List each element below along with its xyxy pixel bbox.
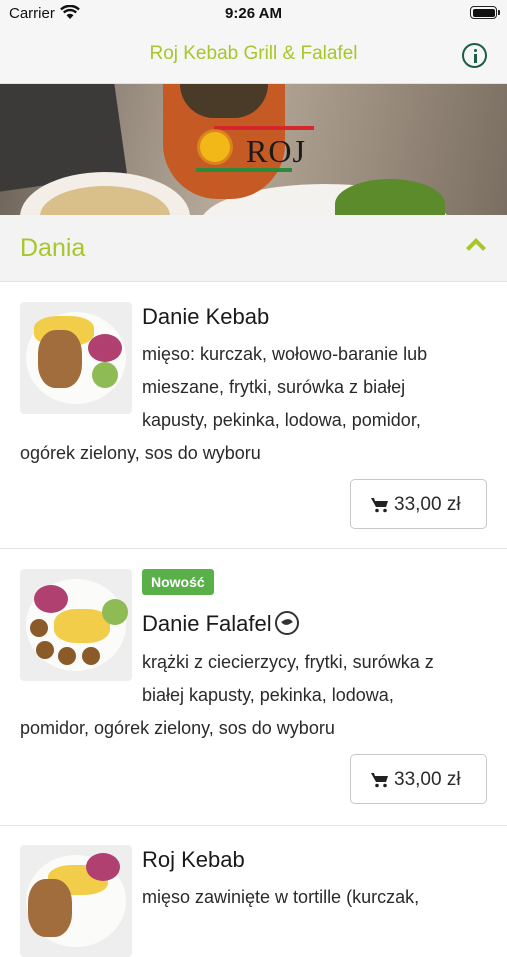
item-desc-line: ogórek zielony, sos do wyboru — [20, 443, 261, 463]
menu-item-danie-falafel[interactable]: Nowość Danie Falafel krążki z ciecierzyc… — [0, 549, 507, 826]
chevron-up-icon[interactable] — [466, 238, 486, 258]
item-desc-line: kapusty, pekinka, lodowa, pomidor, — [142, 410, 421, 430]
vegan-leaf-icon — [274, 611, 299, 635]
item-title: Danie Kebab — [142, 304, 270, 329]
menu-item-danie-kebab[interactable]: Danie Kebab mięso: kurczak, wołowo-baran… — [0, 283, 507, 549]
danie-kebab-image — [20, 302, 132, 414]
add-to-cart-button[interactable]: 33,00 zł — [350, 479, 487, 529]
menu-item-roj-kebab[interactable]: Roj Kebab mięso zawinięte w tortille (ku… — [0, 826, 507, 957]
nav-bar: Roj Kebab Grill & Falafel — [0, 26, 507, 84]
logo-text: ROJ — [246, 133, 306, 169]
section-title: Dania — [20, 234, 86, 262]
item-desc-line: krążki z ciecierzycy, frytki, surówka z — [142, 652, 434, 672]
roj-kebab-image — [20, 845, 132, 957]
sun-icon — [200, 132, 230, 162]
new-badge: Nowość — [142, 569, 214, 595]
item-title-row: Danie Falafel — [142, 611, 299, 637]
battery-icon — [470, 6, 500, 19]
add-to-cart-button[interactable]: 33,00 zł — [350, 754, 487, 804]
item-desc-line: mięso: kurczak, wołowo-baranie lub — [142, 344, 428, 364]
status-bar: Carrier 9:26 AM — [0, 0, 507, 26]
roj-logo: ROJ — [196, 124, 316, 174]
item-desc-line: pomidor, ogórek zielony, sos do wyboru — [20, 718, 335, 738]
info-icon[interactable] — [462, 43, 487, 68]
item-desc-line: mięso zawinięte w tortille (kurczak, — [142, 887, 420, 907]
section-header-dania[interactable]: Dania — [0, 215, 507, 282]
item-desc-line: mieszane, frytki, surówka z białej — [142, 377, 406, 397]
cart-icon — [371, 773, 388, 788]
cart-icon — [371, 498, 388, 513]
price-label: 33,00 zł — [394, 769, 461, 790]
item-desc-line: białej kapusty, pekinka, lodowa, — [142, 685, 394, 705]
danie-falafel-image — [20, 569, 132, 681]
status-time: 9:26 AM — [225, 5, 282, 22]
item-title: Roj Kebab — [142, 847, 245, 872]
price-label: 33,00 zł — [394, 494, 461, 515]
page-title: Roj Kebab Grill & Falafel — [149, 43, 358, 64]
item-title: Danie Falafel — [142, 611, 272, 636]
hero-banner: ROJ — [0, 84, 507, 215]
